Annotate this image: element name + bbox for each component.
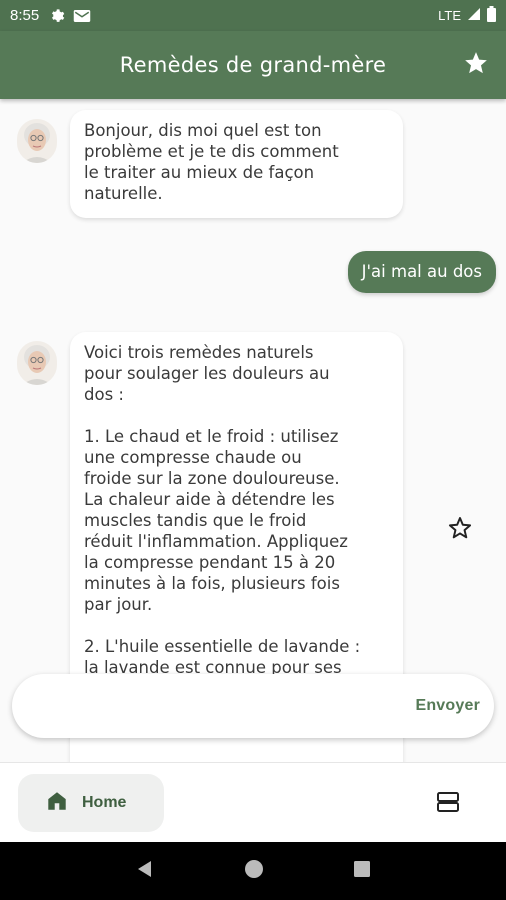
user-message: J'ai mal au dos [347, 251, 496, 293]
bot-message: Bonjour, dis moi quel est ton problème e… [70, 110, 403, 218]
view-agenda-icon [436, 790, 460, 818]
grandmother-avatar [17, 119, 57, 163]
send-button[interactable]: Envoyer [415, 697, 480, 715]
bottom-nav: Home [0, 762, 506, 842]
back-icon[interactable] [135, 859, 155, 883]
message-input[interactable] [28, 696, 416, 716]
star-icon [463, 50, 489, 80]
app-bar: Remèdes de grand-mère [0, 31, 506, 99]
grandmother-avatar [17, 341, 57, 385]
mail-icon [73, 8, 91, 24]
favorites-button[interactable] [462, 51, 490, 79]
signal-icon [467, 7, 481, 24]
settings-gear-icon [49, 8, 65, 24]
network-type: LTE [438, 8, 461, 23]
system-navigation-bar [0, 842, 506, 900]
home-icon [46, 790, 68, 816]
chat-area[interactable]: Bonjour, dis moi quel est ton problème e… [0, 99, 506, 762]
nav-home[interactable]: Home [18, 774, 164, 832]
star-outline-icon [447, 515, 473, 545]
nav-list[interactable] [433, 789, 463, 819]
recents-icon[interactable] [353, 860, 371, 882]
page-title: Remèdes de grand-mère [119, 53, 387, 77]
status-time: 8:55 [10, 7, 40, 24]
status-bar: 8:55 LTE [0, 0, 506, 31]
home-circle-icon[interactable] [244, 859, 264, 883]
favorite-message-button[interactable] [445, 515, 475, 545]
battery-icon [487, 6, 496, 25]
nav-home-label: Home [82, 794, 127, 811]
message-composer: Envoyer [12, 674, 494, 738]
